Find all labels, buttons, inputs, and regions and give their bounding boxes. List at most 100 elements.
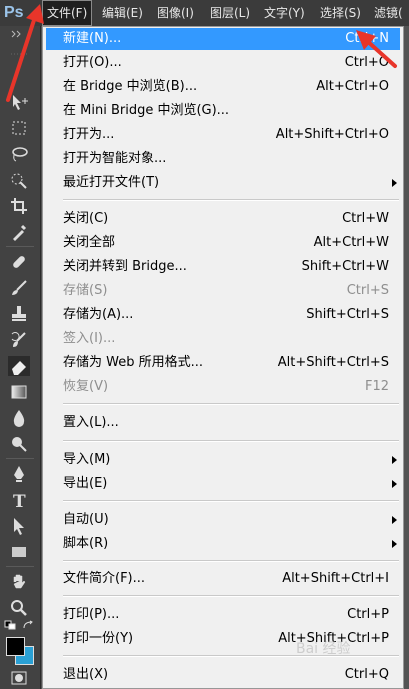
crop-tool-icon[interactable] [8,196,30,216]
gradient-tool-icon[interactable] [8,382,30,402]
menu-item-save-as[interactable]: 存储为(A)... Shift+Ctrl+S [46,304,400,326]
lasso-tool-icon[interactable] [8,144,30,164]
quick-mask-icon[interactable] [8,668,30,688]
menu-item-shortcut: Shift+Ctrl+S [306,307,389,322]
menu-item-label: 文件简介(F)... [63,571,146,586]
menu-item-shortcut: Shift+Ctrl+W [301,259,389,274]
menubar: Ps 文件(F) 编辑(E) 图像(I) 图层(L) 文字(Y) 选择(S) 滤… [0,0,409,26]
menu-item-close-all[interactable]: 关闭全部 Alt+Ctrl+W [46,232,400,254]
menu-item-label: 关闭(C) [63,211,109,226]
menu-item-file-info[interactable]: 文件简介(F)... Alt+Shift+Ctrl+I [46,568,400,590]
watermark: Bai 经验 [296,641,351,657]
menu-item-save: 存储(S) Ctrl+S [46,280,400,302]
menu-item-shortcut: Alt+Shift+Ctrl+I [282,571,389,586]
path-selection-tool-icon[interactable] [8,516,30,536]
blur-tool-icon[interactable] [8,408,30,428]
menu-item-shortcut: Ctrl+O [344,55,389,70]
menu-item-label: 打开为... [63,127,115,142]
eyedropper-tool-icon[interactable] [8,222,30,242]
menu-item-automate[interactable]: 自动(U) [46,509,400,531]
history-brush-tool-icon[interactable] [8,330,30,350]
submenu-arrow-icon [392,516,397,524]
menu-item-revert: 恢复(V) F12 [46,376,400,398]
menu-item-open[interactable]: 打开(O)... Ctrl+O [46,52,400,74]
eraser-tool-icon[interactable] [8,356,30,376]
menu-item-shortcut: Ctrl+W [342,211,389,226]
menu-separator [63,560,399,562]
default-colors-icon[interactable] [4,620,18,630]
foreground-color-swatch[interactable] [6,637,25,656]
pen-tool-icon[interactable] [8,464,30,484]
menu-image[interactable]: 图像(I) [157,0,194,26]
menu-item-label: 关闭全部 [63,235,116,250]
clone-stamp-tool-icon[interactable] [8,304,30,324]
menu-item-scripts[interactable]: 脚本(R) [46,533,400,555]
marquee-tool-icon[interactable] [8,118,30,138]
menu-separator [63,440,399,442]
menu-item-browse-in-bridge[interactable]: 在 Bridge 中浏览(B)... Alt+Ctrl+O [46,76,400,98]
menu-separator [63,500,399,502]
swap-colors-icon[interactable] [22,620,36,630]
menu-item-open-as-smart-object[interactable]: 打开为智能对象... [46,148,400,170]
menu-item-export[interactable]: 导出(E) [46,473,400,495]
type-tool-icon[interactable]: T [8,490,30,510]
menu-item-label: 在 Mini Bridge 中浏览(G)... [63,103,230,118]
menu-item-label: 关闭并转到 Bridge... [63,259,187,274]
dodge-tool-icon[interactable] [8,434,30,454]
menu-item-label: 恢复(V) [63,379,109,394]
menu-item-browse-in-mini-bridge[interactable]: 在 Mini Bridge 中浏览(G)... [46,100,400,122]
move-tool-icon[interactable] [8,92,30,112]
menu-item-shortcut: Alt+Ctrl+O [316,79,389,94]
menu-item-shortcut: Ctrl+S [346,283,389,298]
menu-item-check-in: 签入(I)... [46,328,400,350]
menu-item-open-recent[interactable]: 最近打开文件(T) [46,172,400,194]
menu-item-new[interactable]: 新建(N)... Ctrl+N [46,28,400,50]
menu-item-open-as[interactable]: 打开为... Alt+Shift+Ctrl+O [46,124,400,146]
menu-separator [63,403,399,405]
menu-item-close[interactable]: 关闭(C) Ctrl+W [46,208,400,230]
rectangle-tool-icon[interactable] [8,542,30,562]
menu-item-shortcut: Alt+Ctrl+W [313,235,389,250]
collapse-icon[interactable] [8,30,30,38]
menu-separator [63,595,399,597]
quick-selection-tool-icon[interactable] [8,170,30,190]
hand-tool-icon[interactable] [8,572,30,592]
menu-item-place[interactable]: 置入(L)... [46,412,400,434]
menu-item-label: 存储为 Web 所用格式... [63,355,204,370]
menu-item-label: 打印(P)... [63,607,120,622]
menu-select[interactable]: 选择(S) [320,0,361,26]
menu-item-shortcut: Ctrl+Q [344,667,389,682]
menu-item-save-for-web[interactable]: 存储为 Web 所用格式... Alt+Shift+Ctrl+S [46,352,400,374]
menu-item-import[interactable]: 导入(M) [46,449,400,471]
menu-item-exit[interactable]: 退出(X) Ctrl+Q [46,664,400,686]
menu-item-label: 打印一份(Y) [63,631,134,646]
menu-item-shortcut: Ctrl+N [345,31,389,46]
submenu-arrow-icon [392,456,397,464]
menu-item-print[interactable]: 打印(P)... Ctrl+P [46,604,400,626]
menu-item-label: 在 Bridge 中浏览(B)... [63,79,198,94]
brush-tool-icon[interactable] [8,278,30,298]
menu-item-label: 自动(U) [63,512,109,527]
menu-item-label: 存储(S) [63,283,108,298]
menu-item-label: 签入(I)... [63,331,116,346]
menu-filter[interactable]: 滤镜( [374,0,403,26]
menu-item-label: 打开为智能对象... [63,151,167,166]
tools-panel: T [0,26,41,689]
menu-item-close-and-go-to-bridge[interactable]: 关闭并转到 Bridge... Shift+Ctrl+W [46,256,400,278]
menu-type[interactable]: 文字(Y) [264,0,305,26]
menu-item-label: 最近打开文件(T) [63,175,160,190]
menu-item-label: 脚本(R) [63,536,109,551]
menu-edit[interactable]: 编辑(E) [102,0,143,26]
submenu-arrow-icon [392,540,397,548]
svg-text:T: T [13,492,26,510]
menu-separator [63,199,399,201]
zoom-tool-icon[interactable] [8,598,30,618]
menu-layer[interactable]: 图层(L) [210,0,250,26]
submenu-arrow-icon [392,480,397,488]
menu-item-shortcut: F12 [364,379,389,394]
menu-item-label: 置入(L)... [63,415,119,430]
file-menu: 新建(N)... Ctrl+N 打开(O)... Ctrl+O 在 Bridge… [42,26,404,689]
menu-file[interactable]: 文件(F) [42,0,93,26]
healing-brush-tool-icon[interactable] [8,252,30,272]
menu-item-shortcut: Ctrl+P [347,607,389,622]
